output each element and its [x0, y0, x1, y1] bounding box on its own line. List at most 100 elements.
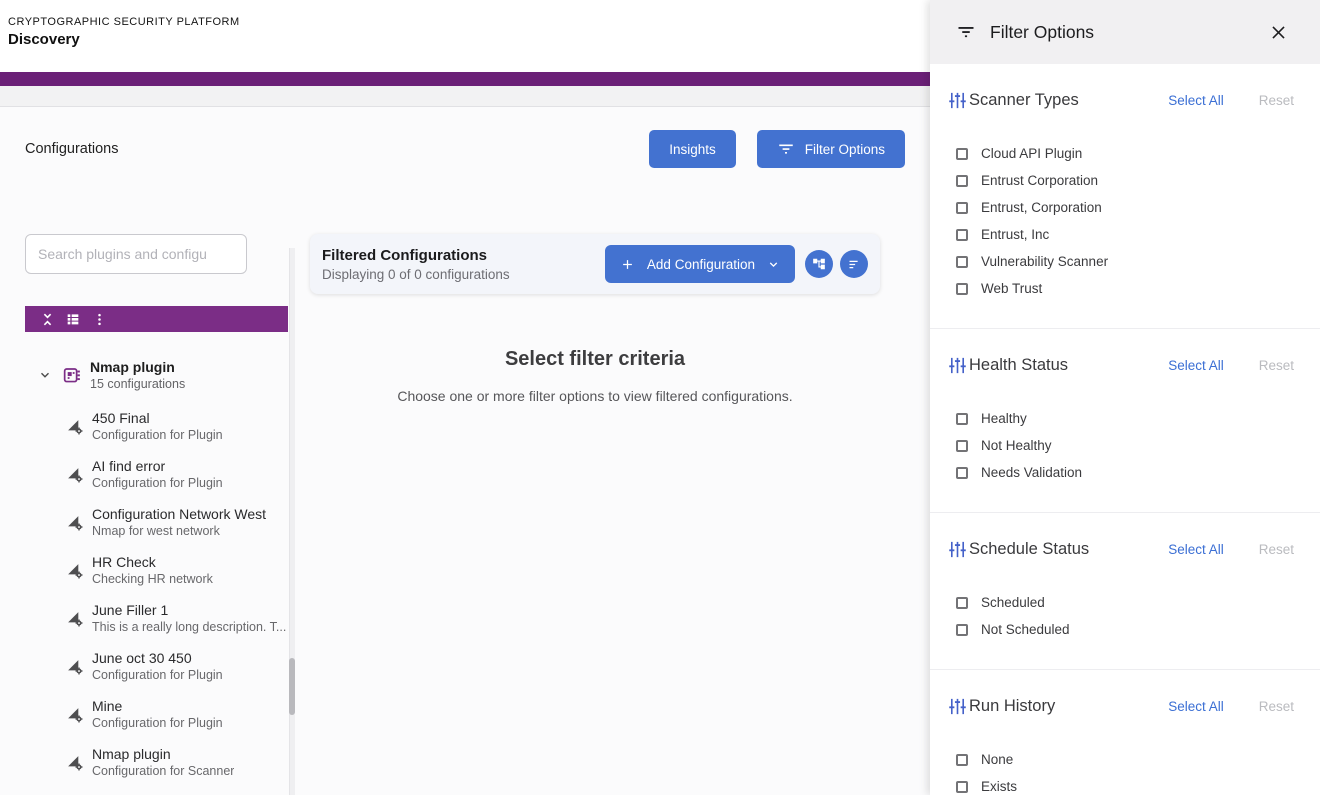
checkbox[interactable] — [956, 283, 968, 295]
config-item-subtitle: Configuration for Plugin — [92, 476, 223, 490]
filter-panel-body: Scanner Types Select All Reset Cloud API… — [930, 64, 1320, 795]
checkbox[interactable] — [956, 440, 968, 452]
app-root: CRYPTOGRAPHIC SECURITY PLATFORM Discover… — [0, 0, 1320, 795]
sort-button[interactable] — [840, 250, 868, 278]
sidebar-scrollbar-thumb[interactable] — [289, 658, 295, 715]
filter-section-title: Health Status — [969, 356, 1068, 375]
filter-options-list: Cloud API Plugin Entrust Corporation Ent… — [948, 140, 1294, 328]
checkbox[interactable] — [956, 413, 968, 425]
filtered-configurations-area: Filtered Configurations Displaying 0 of … — [296, 191, 930, 795]
filter-section: Schedule Status Select All Reset Schedul… — [930, 513, 1320, 670]
config-item-subtitle: Configuration for Plugin — [92, 428, 223, 442]
network-config-icon — [66, 466, 83, 483]
filter-option-row[interactable]: None — [948, 746, 1294, 773]
filtered-configurations-card: Filtered Configurations Displaying 0 of … — [310, 234, 880, 294]
config-tree: Nmap plugin 15 configurations — [0, 348, 296, 786]
chevron-down-icon[interactable] — [38, 368, 52, 382]
checkbox[interactable] — [956, 467, 968, 479]
filter-option-row[interactable]: Entrust, Corporation — [948, 194, 1294, 221]
select-all-link[interactable]: Select All — [1168, 93, 1224, 108]
config-list-item[interactable]: AI find error Configuration for Plugin — [0, 450, 296, 498]
checkbox[interactable] — [956, 256, 968, 268]
list-view-icon[interactable] — [65, 311, 81, 327]
config-list-item[interactable]: Nmap plugin Configuration for Scanner — [0, 738, 296, 786]
more-options-icon[interactable] — [91, 311, 107, 327]
plugin-group-subtitle: 15 configurations — [90, 377, 185, 391]
insights-button[interactable]: Insights — [649, 130, 736, 168]
filter-option-row[interactable]: Vulnerability Scanner — [948, 248, 1294, 275]
checkbox[interactable] — [956, 754, 968, 766]
brand-accent-bar — [0, 72, 930, 86]
config-list-item[interactable]: June Filler 1 This is a really long desc… — [0, 594, 296, 642]
main-region: CRYPTOGRAPHIC SECURITY PLATFORM Discover… — [0, 0, 930, 795]
plugin-group-row[interactable]: Nmap plugin 15 configurations — [0, 348, 296, 402]
config-list-item[interactable]: June oct 30 450 Configuration for Plugin — [0, 642, 296, 690]
filter-options-button[interactable]: Filter Options — [757, 130, 905, 168]
empty-state: Select filter criteria Choose one or mor… — [310, 348, 880, 404]
filter-option-row[interactable]: Cloud API Plugin — [948, 140, 1294, 167]
filter-option-row[interactable]: Not Healthy — [948, 432, 1294, 459]
config-list-item[interactable]: Configuration Network West Nmap for west… — [0, 498, 296, 546]
filter-option-row[interactable]: Web Trust — [948, 275, 1294, 302]
page-toolbar: Configurations Insights Filter Options — [0, 107, 930, 191]
filter-option-row[interactable]: Scheduled — [948, 589, 1294, 616]
filter-icon — [777, 140, 795, 158]
filter-option-row[interactable]: Not Scheduled — [948, 616, 1294, 643]
account-tree-icon — [812, 257, 826, 271]
config-item-title: Mine — [92, 698, 223, 714]
checkbox[interactable] — [956, 148, 968, 160]
filter-options-list: Healthy Not Healthy Needs Validation — [948, 405, 1294, 512]
empty-state-subtitle: Choose one or more filter options to vie… — [310, 388, 880, 404]
checkbox[interactable] — [956, 597, 968, 609]
config-item-title: AI find error — [92, 458, 223, 474]
tune-sliders-icon — [948, 540, 967, 559]
configurations-heading: Configurations — [25, 141, 119, 157]
filter-option-label: Entrust Corporation — [981, 173, 1098, 188]
tree-view-button[interactable] — [805, 250, 833, 278]
filter-section-title: Scanner Types — [969, 91, 1079, 110]
reset-link[interactable]: Reset — [1259, 93, 1294, 108]
config-list-item[interactable]: Mine Configuration for Plugin — [0, 690, 296, 738]
filter-option-label: Exists — [981, 779, 1017, 794]
config-list-item[interactable]: 450 Final Configuration for Plugin — [0, 402, 296, 450]
search-input[interactable] — [25, 234, 247, 274]
network-config-icon — [66, 658, 83, 675]
checkbox[interactable] — [956, 229, 968, 241]
collapse-all-icon[interactable] — [39, 311, 55, 327]
filter-option-row[interactable]: Entrust, Inc — [948, 221, 1294, 248]
checkbox[interactable] — [956, 175, 968, 187]
reset-link[interactable]: Reset — [1259, 358, 1294, 373]
add-configuration-button[interactable]: Add Configuration — [605, 245, 795, 283]
sidebar-scrollbar-track[interactable] — [289, 248, 295, 795]
sub-header-strip — [0, 86, 930, 107]
config-item-subtitle: Nmap for west network — [92, 524, 266, 538]
checkbox[interactable] — [956, 624, 968, 636]
filter-section: Run History Select All Reset None Exists — [930, 670, 1320, 795]
tune-sliders-icon — [948, 91, 967, 110]
select-all-link[interactable]: Select All — [1168, 542, 1224, 557]
reset-link[interactable]: Reset — [1259, 699, 1294, 714]
filter-option-label: Cloud API Plugin — [981, 146, 1082, 161]
checkbox[interactable] — [956, 202, 968, 214]
network-config-icon — [66, 562, 83, 579]
filter-option-label: Web Trust — [981, 281, 1042, 296]
filter-option-row[interactable]: Exists — [948, 773, 1294, 795]
tune-sliders-icon — [948, 697, 967, 716]
close-panel-button[interactable] — [1267, 21, 1290, 44]
reset-link[interactable]: Reset — [1259, 542, 1294, 557]
checkbox[interactable] — [956, 781, 968, 793]
card-subtitle: Displaying 0 of 0 configurations — [322, 267, 510, 282]
filter-option-label: Entrust, Corporation — [981, 200, 1102, 215]
filter-option-row[interactable]: Healthy — [948, 405, 1294, 432]
filter-option-row[interactable]: Needs Validation — [948, 459, 1294, 486]
filter-option-label: Needs Validation — [981, 465, 1082, 480]
filter-option-row[interactable]: Entrust Corporation — [948, 167, 1294, 194]
config-item-subtitle: Configuration for Scanner — [92, 764, 234, 778]
select-all-link[interactable]: Select All — [1168, 699, 1224, 714]
config-item-title: HR Check — [92, 554, 213, 570]
network-config-icon — [66, 514, 83, 531]
network-config-icon — [66, 706, 83, 723]
config-list-item[interactable]: HR Check Checking HR network — [0, 546, 296, 594]
select-all-link[interactable]: Select All — [1168, 358, 1224, 373]
filter-section: Health Status Select All Reset Healthy N… — [930, 329, 1320, 513]
